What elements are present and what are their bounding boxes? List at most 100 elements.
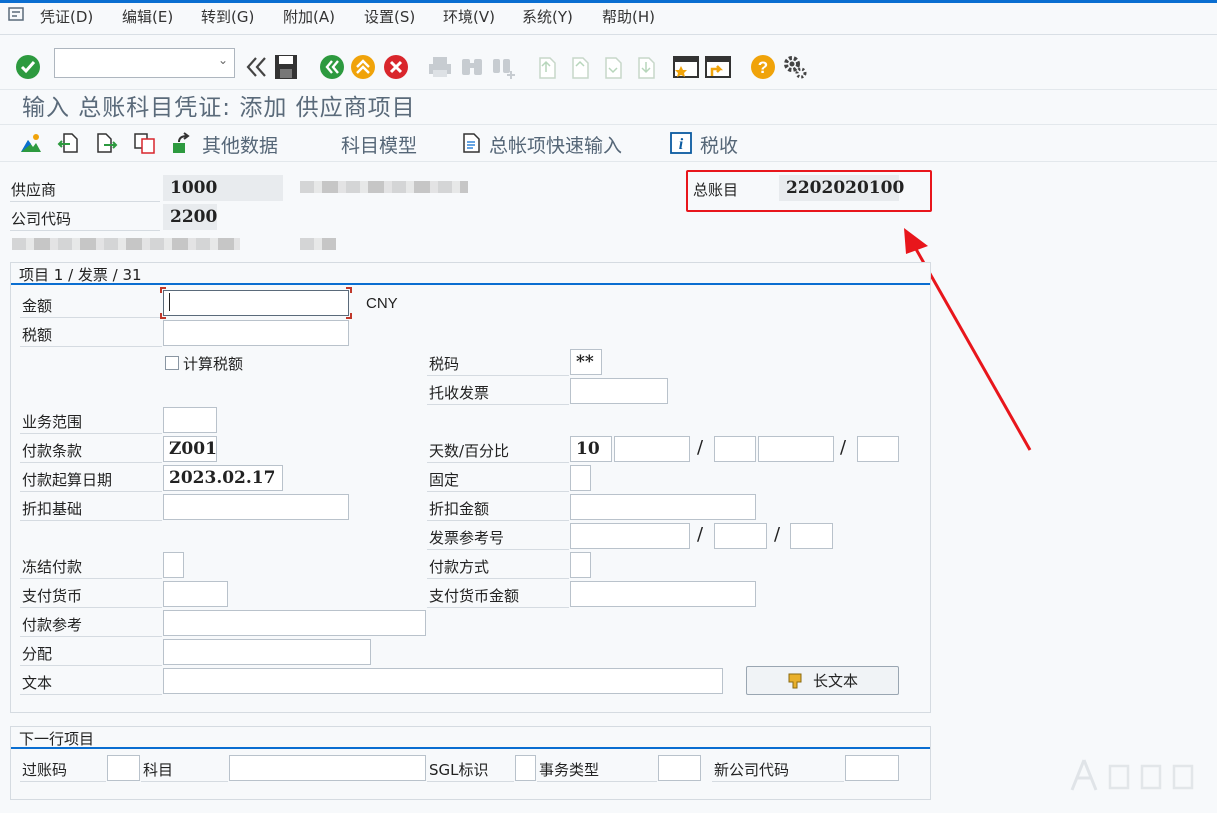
account-input[interactable] bbox=[229, 755, 426, 781]
menu-edit[interactable]: 编辑(E) bbox=[122, 6, 173, 27]
assignment-input[interactable] bbox=[163, 639, 371, 665]
import-icon[interactable] bbox=[55, 130, 81, 156]
discount-base-input[interactable] bbox=[163, 494, 349, 520]
payment-ref-label: 付款参考 bbox=[22, 616, 83, 634]
row-divider bbox=[20, 607, 162, 608]
discount-base-label: 折扣基础 bbox=[22, 500, 83, 518]
back-green-icon[interactable] bbox=[317, 52, 347, 82]
days-input-2[interactable] bbox=[714, 436, 756, 462]
transaction-type-input[interactable] bbox=[658, 755, 701, 781]
previous-page-icon bbox=[566, 52, 596, 82]
discount-amount-input[interactable] bbox=[570, 494, 756, 520]
back-double-arrow-icon[interactable] bbox=[241, 52, 271, 82]
create-session-icon[interactable] bbox=[671, 52, 701, 82]
payment-currency-label: 支付货币 bbox=[22, 587, 83, 605]
collection-invoice-input[interactable] bbox=[570, 378, 668, 404]
focus-corner bbox=[346, 313, 352, 319]
help-icon[interactable]: ? bbox=[748, 52, 778, 82]
focus-corner bbox=[160, 287, 166, 293]
menu-document[interactable]: 凭证(D) bbox=[40, 6, 93, 27]
payment-ref-input[interactable] bbox=[163, 610, 426, 636]
percent-input-2[interactable] bbox=[758, 436, 834, 462]
other-data-icon[interactable] bbox=[170, 130, 196, 156]
menu-environment[interactable]: 环境(V) bbox=[443, 6, 495, 27]
first-page-icon bbox=[533, 52, 563, 82]
payment-terms-input[interactable]: Z001 bbox=[163, 436, 217, 462]
row-divider bbox=[20, 694, 162, 695]
row-divider bbox=[427, 375, 569, 376]
other-data-button[interactable]: 其他数据 bbox=[202, 131, 278, 158]
payment-method-input[interactable] bbox=[570, 552, 591, 578]
days-input-3[interactable] bbox=[857, 436, 899, 462]
baseline-date-input[interactable]: 2023.02.17 bbox=[163, 465, 283, 491]
long-text-button[interactable]: 长文本 bbox=[746, 666, 899, 695]
text-cursor bbox=[169, 293, 170, 311]
menu-system[interactable]: 系统(Y) bbox=[522, 6, 573, 27]
payment-block-input[interactable] bbox=[163, 552, 184, 578]
next-page-icon bbox=[599, 52, 629, 82]
invoice-ref-input[interactable] bbox=[570, 523, 690, 549]
percent-input-1[interactable] bbox=[614, 436, 690, 462]
tax-button[interactable]: 税收 bbox=[700, 131, 738, 158]
slash-separator: / bbox=[774, 524, 781, 545]
text-input[interactable] bbox=[163, 668, 723, 694]
chevron-down-icon[interactable]: ⌄ bbox=[218, 53, 228, 67]
invoice-fiscal-year-input[interactable] bbox=[714, 523, 767, 549]
account-model-button[interactable]: 科目模型 bbox=[341, 131, 417, 158]
row-divider bbox=[427, 607, 569, 608]
shortcut-icon[interactable] bbox=[703, 52, 733, 82]
row-divider bbox=[427, 520, 569, 521]
menu-extras[interactable]: 附加(A) bbox=[283, 6, 335, 27]
row-divider bbox=[20, 578, 162, 579]
fixed-label: 固定 bbox=[429, 471, 460, 489]
payment-currency-input[interactable] bbox=[163, 581, 228, 607]
next-item-title: 下一行项目 bbox=[19, 730, 95, 748]
business-area-label: 业务范围 bbox=[22, 413, 83, 431]
calc-tax-checkbox[interactable] bbox=[165, 356, 179, 370]
row-divider bbox=[20, 317, 162, 318]
fixed-input[interactable] bbox=[570, 465, 591, 491]
exit-up-icon[interactable] bbox=[348, 52, 378, 82]
vendor-name-blurred bbox=[300, 181, 468, 193]
customize-layout-icon[interactable] bbox=[780, 52, 810, 82]
save-icon[interactable] bbox=[271, 52, 301, 82]
long-text-label: 长文本 bbox=[812, 672, 858, 690]
business-area-input[interactable] bbox=[163, 407, 217, 433]
focus-corner bbox=[160, 313, 166, 319]
menu-help[interactable]: 帮助(H) bbox=[602, 6, 655, 27]
row-divider bbox=[712, 781, 844, 782]
tax-code-input[interactable]: ** bbox=[570, 349, 602, 375]
row-divider bbox=[20, 665, 162, 666]
payment-currency-amount-input[interactable] bbox=[570, 581, 756, 607]
amount-input[interactable] bbox=[163, 290, 349, 316]
fast-entry-button[interactable]: 总帐项快速输入 bbox=[489, 131, 622, 158]
invoice-line-item-input[interactable] bbox=[790, 523, 833, 549]
days-input-1[interactable]: 10 bbox=[570, 436, 612, 462]
new-company-code-input[interactable] bbox=[845, 755, 899, 781]
command-field[interactable]: ⌄ bbox=[54, 48, 235, 78]
row-divider bbox=[20, 433, 162, 434]
company-code-field: 2200 bbox=[163, 204, 217, 230]
info-icon[interactable]: i bbox=[668, 130, 694, 156]
copy-icon[interactable] bbox=[132, 130, 158, 156]
vendor-field: 1000 bbox=[163, 175, 283, 201]
fast-entry-icon[interactable] bbox=[459, 130, 485, 156]
row-divider bbox=[427, 578, 569, 579]
posting-key-input[interactable] bbox=[107, 755, 140, 781]
slash-separator: / bbox=[840, 437, 847, 458]
menu-goto[interactable]: 转到(G) bbox=[201, 6, 254, 27]
cancel-red-icon[interactable] bbox=[381, 52, 411, 82]
display-document-icon[interactable] bbox=[18, 130, 44, 156]
transaction-type-label: 事务类型 bbox=[539, 761, 600, 779]
tax-amount-input[interactable] bbox=[163, 320, 349, 346]
enter-check-icon[interactable] bbox=[13, 52, 43, 82]
account-label: 科目 bbox=[143, 761, 174, 779]
posting-key-label: 过账码 bbox=[22, 761, 68, 779]
long-text-icon bbox=[788, 673, 802, 688]
export-icon[interactable] bbox=[94, 130, 120, 156]
menu-settings[interactable]: 设置(S) bbox=[364, 6, 415, 27]
sgl-indicator-input[interactable] bbox=[515, 755, 536, 781]
menu-icon[interactable] bbox=[8, 7, 24, 21]
collection-invoice-label: 托收发票 bbox=[429, 384, 490, 402]
row-divider bbox=[20, 462, 162, 463]
